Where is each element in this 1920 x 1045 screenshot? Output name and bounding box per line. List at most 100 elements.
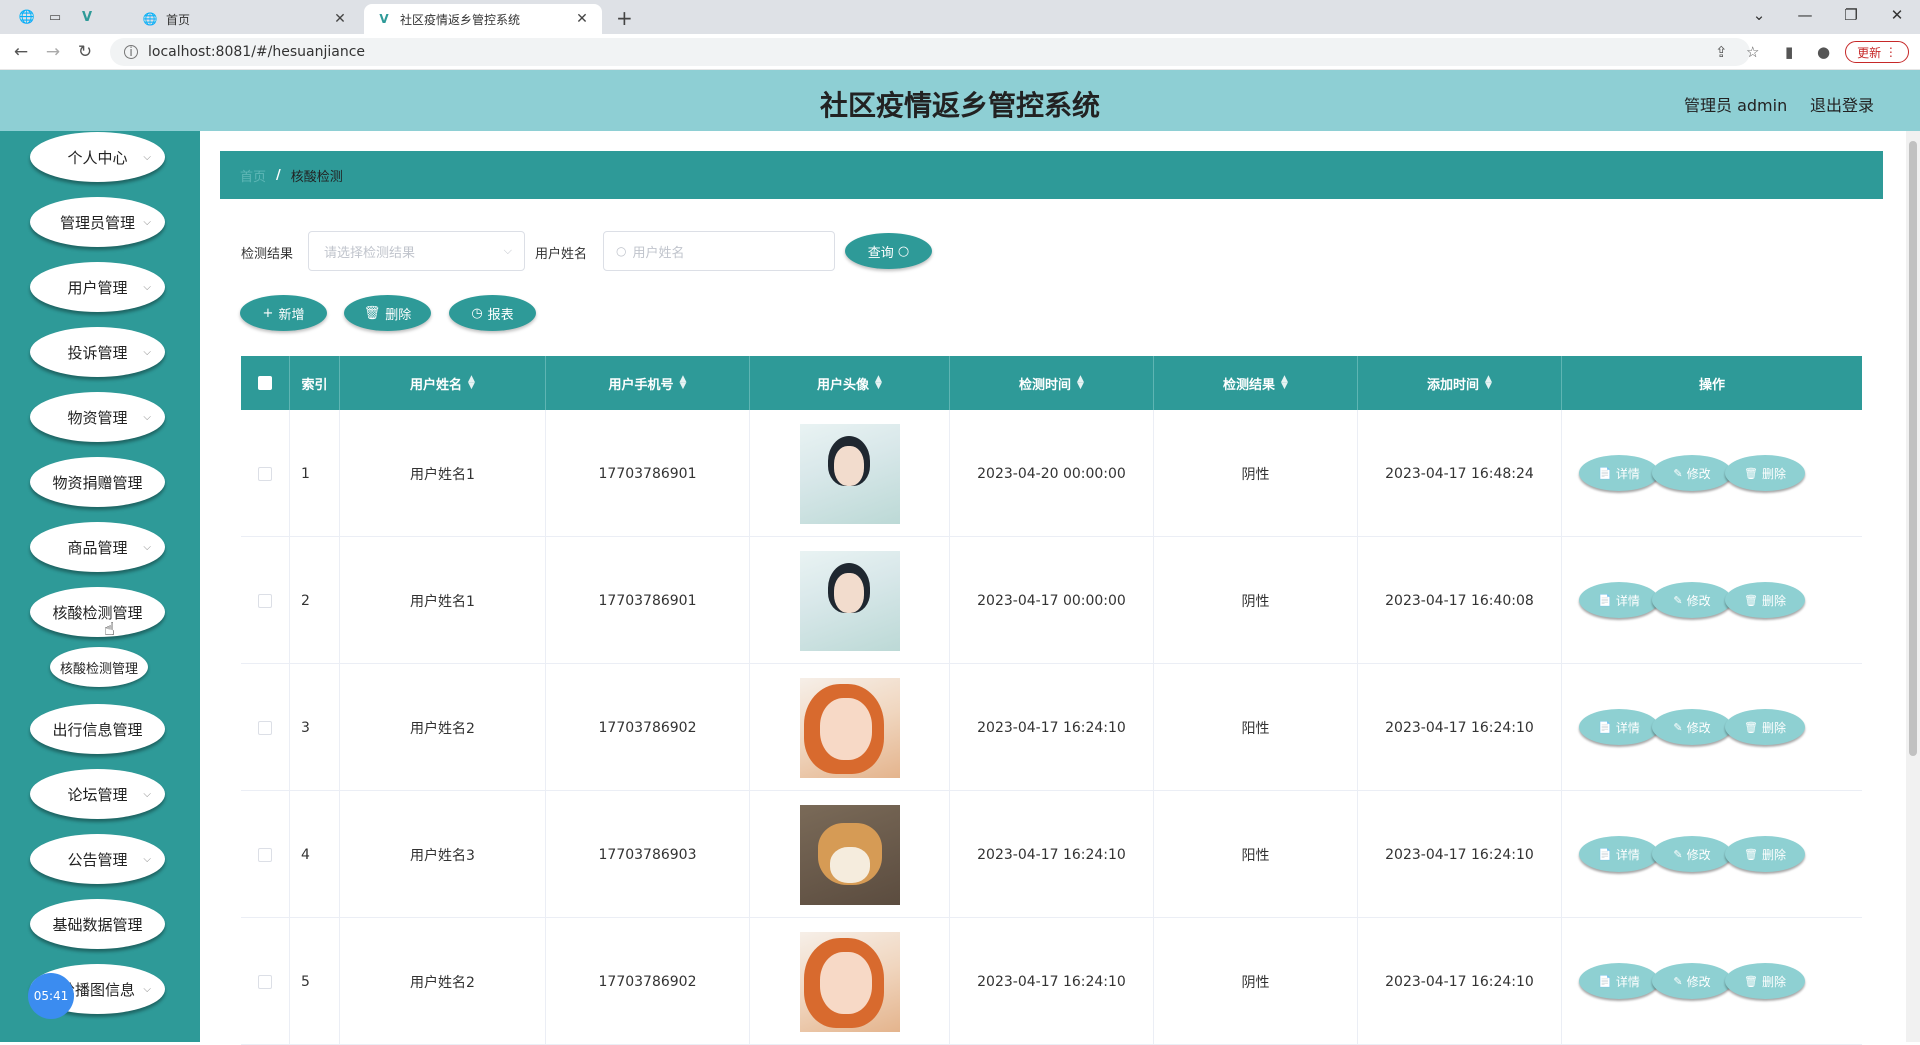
globe-icon[interactable]: 🌐 xyxy=(16,6,38,28)
sort-icon[interactable]: ▲ ▼ xyxy=(468,375,475,391)
sidebar-item-label: 公告管理 xyxy=(67,850,128,869)
update-button[interactable]: 更新 ⋮ xyxy=(1845,41,1909,63)
query-button[interactable]: 查询 ○ xyxy=(845,233,932,269)
new-tab-icon[interactable]: + xyxy=(616,6,633,30)
edit-button[interactable]: ✎ 修改 xyxy=(1652,963,1732,999)
avatar[interactable] xyxy=(799,677,900,778)
avatar[interactable] xyxy=(799,550,900,651)
delete-button[interactable]: 🗑 删除 xyxy=(1725,836,1805,872)
vue-icon[interactable]: V xyxy=(76,6,98,28)
sort-icon[interactable]: ▲ ▼ xyxy=(1077,375,1084,391)
edit-button[interactable]: ✎ 修改 xyxy=(1652,836,1732,872)
sidebar-item[interactable]: 论坛管理 ⌵ xyxy=(30,769,165,819)
report-button[interactable]: ◷ 报表 xyxy=(449,295,536,331)
tab-home[interactable]: 🌐 首页 ✕ xyxy=(130,4,360,34)
detail-button[interactable]: 📄 详情 xyxy=(1579,709,1659,745)
name-text: 用户姓名2 xyxy=(410,720,475,737)
blank-tab-icon[interactable]: ▭ xyxy=(44,6,66,28)
sidebar-item[interactable]: 投诉管理 ⌵ xyxy=(30,327,165,377)
breadcrumb-home[interactable]: 首页 xyxy=(240,166,266,185)
logout-link[interactable]: 退出登录 xyxy=(1810,92,1874,116)
avatar[interactable] xyxy=(799,423,900,524)
result-text: 阴性 xyxy=(1241,974,1270,991)
back-icon[interactable]: ← xyxy=(10,42,32,62)
minimize-icon[interactable]: — xyxy=(1790,6,1820,24)
column-header[interactable]: 检测结果 ▲ ▼ xyxy=(1154,356,1358,410)
select-all-checkbox[interactable] xyxy=(258,376,272,390)
sidebar-item[interactable]: 个人中心 ⌵ xyxy=(30,132,165,182)
scrollbar-thumb[interactable] xyxy=(1909,141,1917,756)
index-text: 4 xyxy=(301,846,310,863)
column-header[interactable]: 用户姓名 ▲ ▼ xyxy=(340,356,546,410)
tab-search-icon[interactable]: ⌄ xyxy=(1744,6,1774,24)
close-icon[interactable]: ✕ xyxy=(574,11,590,27)
sort-icon[interactable]: ▲ ▼ xyxy=(875,375,882,391)
search-icon: ○ xyxy=(897,243,910,259)
row-checkbox[interactable] xyxy=(258,466,272,481)
sidebar-item-label: 用户管理 xyxy=(67,278,128,297)
index-text: 5 xyxy=(301,973,310,990)
table-row: 4 用户姓名3 17703786903 2023-04-17 16:24:10 阳性 20… xyxy=(241,791,1862,918)
forward-icon[interactable]: → xyxy=(42,42,64,62)
sort-icon[interactable]: ▲ ▼ xyxy=(1281,375,1288,391)
url-field[interactable]: i localhost:8081/#/hesuanjiance xyxy=(110,38,1750,66)
sidebar-item[interactable]: 基础数据管理 xyxy=(30,899,165,949)
info-icon[interactable]: i xyxy=(124,45,138,59)
sidebar-item[interactable]: 商品管理 ⌵ xyxy=(30,522,165,572)
column-header[interactable]: 用户头像 ▲ ▼ xyxy=(750,356,950,410)
phone-text: 17703786902 xyxy=(598,719,697,736)
trash-icon: 🗑 xyxy=(363,305,381,321)
profile-icon[interactable]: ● xyxy=(1817,43,1830,61)
add-button[interactable]: + 新增 xyxy=(240,295,327,331)
detail-button[interactable]: 📄 详情 xyxy=(1579,836,1659,872)
chevron-down-icon: ⌵ xyxy=(143,788,151,800)
column-header[interactable]: 添加时间 ▲ ▼ xyxy=(1358,356,1562,410)
row-checkbox[interactable] xyxy=(258,974,272,989)
sidebar-item[interactable]: 物资管理 ⌵ xyxy=(30,392,165,442)
sort-icon[interactable]: ▲ ▼ xyxy=(680,375,687,391)
column-header[interactable]: 用户手机号 ▲ ▼ xyxy=(546,356,750,410)
sidebar-item[interactable]: 管理员管理 ⌵ xyxy=(30,197,165,247)
cell-add_time: 2023-04-17 16:40:08 xyxy=(1358,537,1562,664)
batch-delete-button[interactable]: 🗑 删除 xyxy=(344,295,431,331)
sort-icon[interactable]: ▲ ▼ xyxy=(1485,375,1492,391)
sidebar-item[interactable]: 核酸检测管理 xyxy=(30,587,165,637)
delete-button[interactable]: 🗑 删除 xyxy=(1725,455,1805,491)
sidebar-item[interactable]: 用户管理 ⌵ xyxy=(30,262,165,312)
clock-badge[interactable]: 05:41 xyxy=(28,973,74,1019)
edit-button[interactable]: ✎ 修改 xyxy=(1652,582,1732,618)
detail-button[interactable]: 📄 详情 xyxy=(1579,582,1659,618)
row-checkbox[interactable] xyxy=(258,593,272,608)
delete-button[interactable]: 🗑 删除 xyxy=(1725,582,1805,618)
detail-button[interactable]: 📄 详情 xyxy=(1579,963,1659,999)
edit-button[interactable]: ✎ 修改 xyxy=(1652,455,1732,491)
avatar[interactable] xyxy=(799,931,900,1032)
close-icon[interactable]: ✕ xyxy=(332,11,348,27)
sidebar-item[interactable]: 物资捐赠管理 xyxy=(30,457,165,507)
reload-icon[interactable]: ↻ xyxy=(74,42,96,62)
sidepanel-icon[interactable]: ▮ xyxy=(1785,43,1793,61)
sidebar-item-label: 个人中心 xyxy=(67,148,128,167)
delete-button[interactable]: 🗑 删除 xyxy=(1725,963,1805,999)
detail-button[interactable]: 📄 详情 xyxy=(1579,455,1659,491)
row-checkbox[interactable] xyxy=(258,847,272,862)
tab-active[interactable]: V 社区疫情返乡管控系统 ✕ xyxy=(364,4,602,34)
avatar[interactable] xyxy=(799,804,900,905)
restore-icon[interactable]: ❐ xyxy=(1836,6,1866,24)
close-window-icon[interactable]: ✕ xyxy=(1882,6,1912,24)
cell-index: 1 xyxy=(290,410,340,537)
name-search-input[interactable]: ○ 用户姓名 xyxy=(603,231,835,271)
share-icon[interactable]: ⇪ xyxy=(1715,43,1728,61)
row-checkbox[interactable] xyxy=(258,720,272,735)
cell-index: 5 xyxy=(290,918,340,1045)
edit-button[interactable]: ✎ 修改 xyxy=(1652,709,1732,745)
page-scrollbar[interactable] xyxy=(1906,131,1920,1042)
submenu-item-nucleic-test[interactable]: 核酸检测管理 xyxy=(50,647,148,687)
sidebar-item[interactable]: 公告管理 ⌵ xyxy=(30,834,165,884)
add_time-text: 2023-04-17 16:40:08 xyxy=(1385,592,1534,609)
delete-button[interactable]: 🗑 删除 xyxy=(1725,709,1805,745)
result-select[interactable]: 请选择检测结果 ⌵ xyxy=(308,231,525,271)
column-header[interactable]: 检测时间 ▲ ▼ xyxy=(950,356,1154,410)
star-icon[interactable]: ☆ xyxy=(1746,43,1759,61)
sidebar-item[interactable]: 出行信息管理 xyxy=(30,704,165,754)
